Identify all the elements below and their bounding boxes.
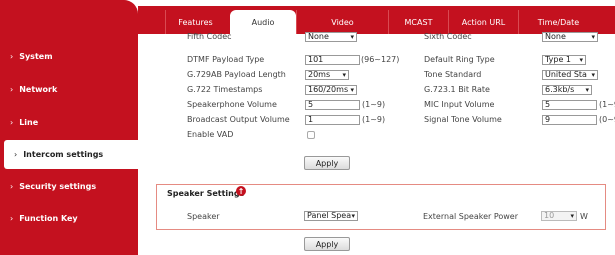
speaker-settings-panel: Speaker Settings ↑ Speaker Panel Spea Ex… (156, 184, 606, 230)
tab-time-date[interactable]: Time/Date (518, 10, 598, 34)
speaker-select[interactable]: Panel Spea (304, 211, 358, 221)
tab-video[interactable]: Video (296, 10, 388, 34)
dtmf-payload-input[interactable]: 101 (305, 55, 360, 65)
speaker-apply-button[interactable]: Apply (304, 237, 350, 251)
top-tab-bar: Features Audio Video MCAST Action URL Ti… (138, 6, 615, 34)
speaker-label: Speaker (187, 212, 220, 221)
apply-button[interactable]: Apply (304, 156, 350, 170)
signal-tone-volume-input[interactable]: 9 (542, 115, 597, 125)
external-speaker-power-unit: W (580, 212, 588, 221)
broadcast-volume-input[interactable]: 1 (305, 115, 360, 125)
sidebar-item-label: Network (19, 85, 58, 94)
tab-mcast[interactable]: MCAST (388, 10, 448, 34)
fifth-codec-label: Fifth Codec (187, 32, 232, 41)
tone-standard-select[interactable]: United Sta (542, 70, 598, 80)
tab-audio[interactable]: Audio (230, 10, 296, 34)
speakerphone-volume-input[interactable]: 5 (305, 100, 360, 110)
signal-tone-volume-label: Signal Tone Volume (424, 115, 502, 124)
sidebar-item-network[interactable]: › Network (0, 75, 138, 104)
chevron-right-icon: › (10, 118, 14, 127)
tone-standard-label: Tone Standard (424, 70, 482, 79)
external-speaker-power-label: External Speaker Power (423, 212, 519, 221)
mic-range: (1~9) (599, 100, 615, 109)
sidebar: › System › Network › Line › Intercom set… (0, 0, 138, 255)
chevron-right-icon: › (10, 85, 14, 94)
dtmf-payload-label: DTMF Payload Type (187, 55, 265, 64)
sidebar-item-label: Function Key (19, 214, 78, 223)
sidebar-item-system[interactable]: › System (0, 42, 138, 71)
g722-timestamps-select[interactable]: 160/20ms (305, 85, 357, 95)
mic-input-volume-label: MIC Input Volume (424, 100, 495, 109)
sixth-codec-label: Sixth Codec (424, 32, 472, 41)
default-ring-select[interactable]: Type 1 (542, 55, 586, 65)
broadcast-range: (1~9) (362, 115, 386, 124)
enable-vad-label: Enable VAD (187, 130, 234, 139)
sidebar-item-label: Security settings (19, 182, 97, 191)
g729-payload-label: G.729AB Payload Length (187, 70, 286, 79)
mic-input-volume-input[interactable]: 5 (542, 100, 597, 110)
tab-action-url[interactable]: Action URL (448, 10, 518, 34)
g729-payload-select[interactable]: 20ms (305, 70, 349, 80)
sidebar-item-line[interactable]: › Line (0, 108, 138, 137)
chevron-right-icon: › (10, 182, 14, 191)
speaker-settings-title: Speaker Settings (167, 189, 245, 198)
sidebar-item-security-settings[interactable]: › Security settings (0, 172, 138, 201)
chevron-right-icon: › (10, 52, 14, 61)
g7231-bitrate-select[interactable]: 6.3kb/s (542, 85, 592, 95)
g722-timestamps-label: G.722 Timestamps (187, 85, 263, 94)
sidebar-item-label: Line (19, 118, 39, 127)
chevron-right-icon: › (10, 214, 14, 223)
arrow-up-icon: ↑ (236, 186, 246, 196)
chevron-right-icon: › (14, 150, 18, 159)
sidebar-item-label: Intercom settings (23, 150, 104, 159)
broadcast-volume-label: Broadcast Output Volume (187, 115, 290, 124)
signal-range: (0~9) (599, 115, 615, 124)
audio-settings-content: Fifth Codec None Sixth Codec None DTMF P… (138, 32, 615, 255)
sixth-codec-select[interactable]: None (542, 32, 598, 42)
dtmf-range: (96~127) (361, 55, 400, 64)
speakerphone-volume-label: Speakerphone Volume (187, 100, 277, 109)
tab-features[interactable]: Features (165, 10, 225, 34)
sidebar-item-intercom-settings[interactable]: › Intercom settings (4, 140, 138, 169)
speakerphone-range: (1~9) (362, 100, 386, 109)
default-ring-label: Default Ring Type (424, 55, 495, 64)
fifth-codec-select[interactable]: None (305, 32, 357, 42)
sidebar-item-label: System (19, 52, 53, 61)
sidebar-item-function-key[interactable]: › Function Key (0, 204, 138, 233)
g7231-bitrate-label: G.723.1 Bit Rate (424, 85, 490, 94)
enable-vad-checkbox[interactable] (307, 131, 315, 139)
external-speaker-power-select[interactable]: 10 (541, 211, 577, 221)
